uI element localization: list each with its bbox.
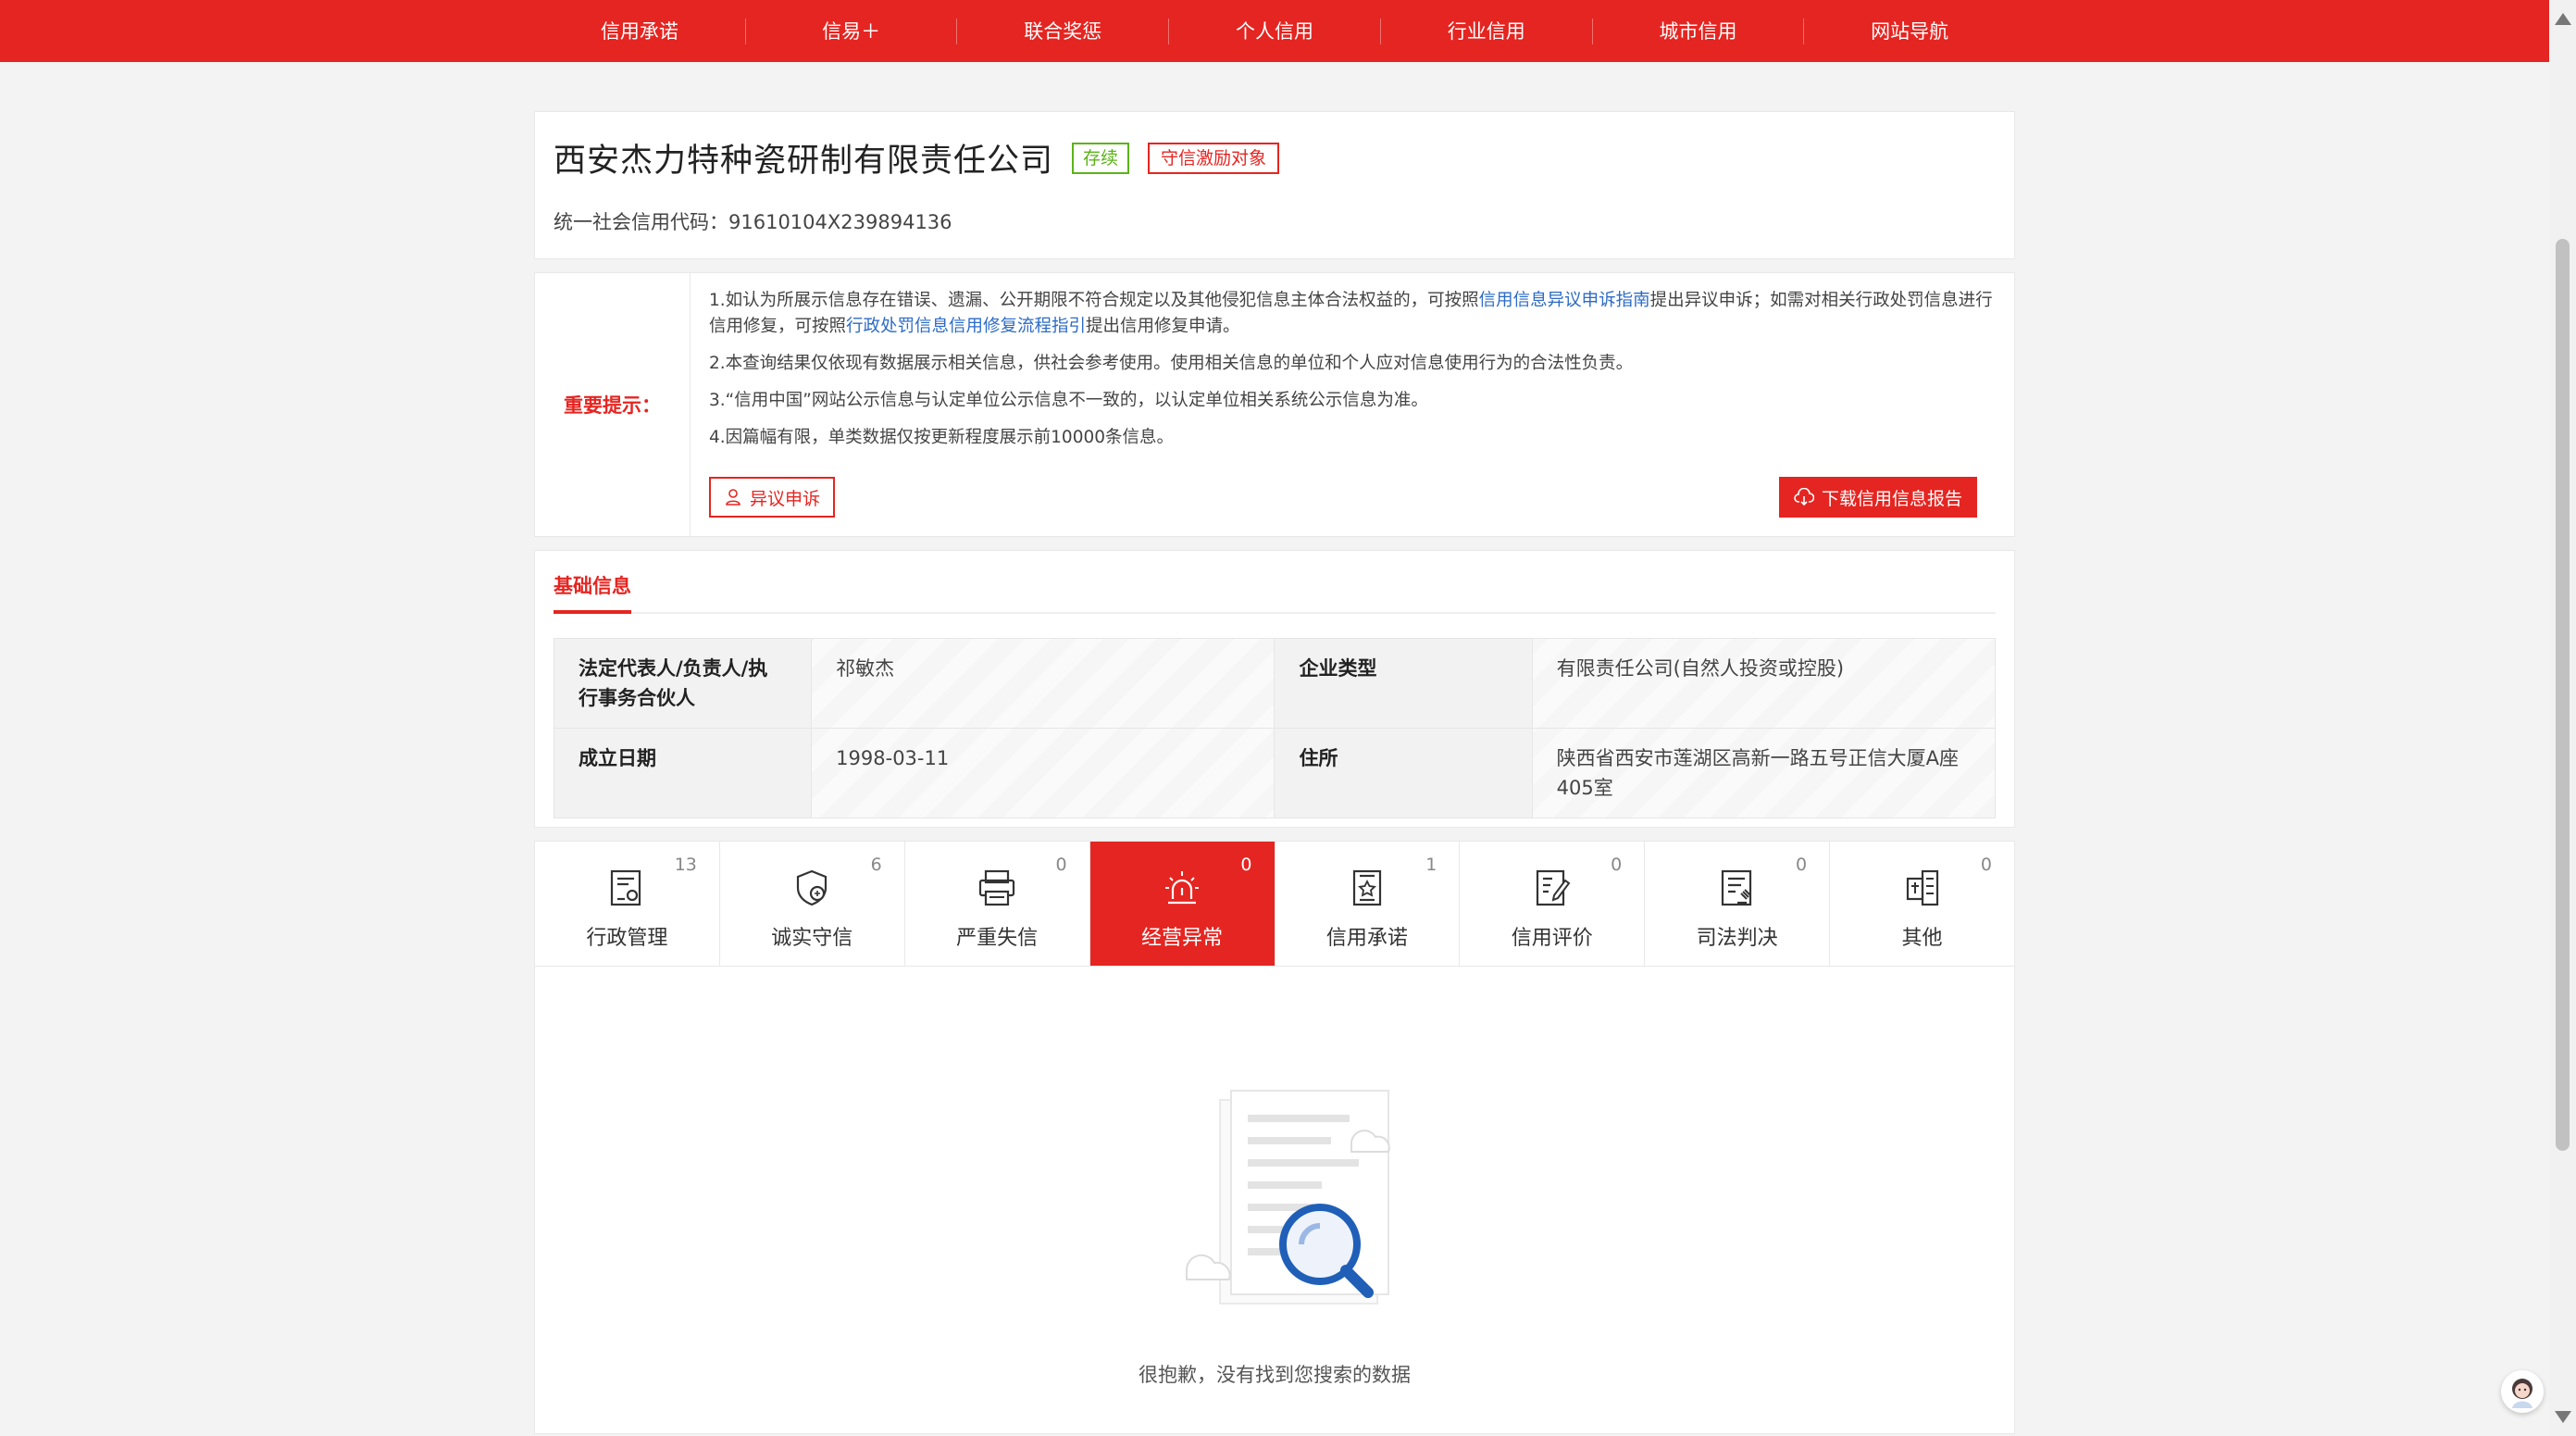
notice-label: 重要提示： <box>535 273 691 536</box>
tab-abnormal-operation[interactable]: 0 经营异常 <box>1089 842 1276 966</box>
nav-item-xinyi-plus[interactable]: 信易＋ <box>746 18 958 44</box>
assistant-icon <box>2512 1379 2532 1408</box>
alarm-icon <box>1165 871 1200 905</box>
tab-label: 经营异常 <box>1141 927 1224 950</box>
repair-guide-link[interactable]: 行政处罚信息信用修复流程指引 <box>846 317 1086 336</box>
company-name: 西安杰力特种瓷研制有限责任公司 <box>554 143 1054 180</box>
basic-info-tabbar: 基础信息 <box>554 562 1996 614</box>
admin-icon <box>611 869 641 906</box>
appeal-guide-link[interactable]: 信用信息异议申诉指南 <box>1479 291 1650 310</box>
tab-honest-trust[interactable]: 6 诚实守信 <box>720 842 905 966</box>
tab-judicial-judgement[interactable]: 0 司法判决 <box>1645 842 1831 966</box>
notice-line-4: 4.因篇幅有限，单类数据仅按更新程度展示前10000条信息。 <box>709 428 1175 447</box>
field-label: 企业类型 <box>1274 638 1533 729</box>
tab-credit-evaluation[interactable]: 0 信用评价 <box>1460 842 1646 966</box>
notice-line-2: 2.本查询结果仅依现有数据展示相关信息，供社会参考使用。使用相关信息的单位和个人… <box>709 354 1634 373</box>
tab-credit-promise[interactable]: 1 信用承诺 <box>1276 842 1461 966</box>
count-badge: 0 <box>1240 855 1252 875</box>
notice-text: 1.如认为所展示信息存在错误、遗漏、公开期限不符合规定以及其他侵犯信息主体合法权… <box>709 291 1479 310</box>
promise-icon <box>1352 869 1382 906</box>
field-label: 成立日期 <box>553 728 813 818</box>
field-value: 祁敏杰 <box>811 638 1276 729</box>
field-value: 有限责任公司(自然人投资或控股) <box>1531 638 1997 729</box>
nav-item-joint-rewards[interactable]: 联合奖惩 <box>957 18 1170 44</box>
category-tabs: 13 行政管理 6 诚实守信 0 严重失信 0 经营异常 1 信用承诺 0 信用… <box>534 841 2015 967</box>
nav-item-city-credit[interactable]: 城市信用 <box>1593 18 1805 44</box>
field-value: 陕西省西安市莲湖区高新一路五号正信大厦A座405室 <box>1531 728 1997 818</box>
cloud-download-icon <box>1794 488 1814 506</box>
judgement-icon <box>1721 869 1751 906</box>
count-badge: 6 <box>870 855 882 875</box>
tab-label: 信用承诺 <box>1325 927 1408 950</box>
evaluation-icon <box>1536 869 1571 906</box>
user-icon <box>726 489 740 506</box>
table-row: 法定代表人/负责人/执行事务合伙人 祁敏杰 企业类型 有限责任公司(自然人投资或… <box>553 638 1997 729</box>
count-badge: 0 <box>1055 855 1067 875</box>
scroll-down-arrow-icon[interactable] <box>2555 1411 2571 1423</box>
nav-item-personal-credit[interactable]: 个人信用 <box>1169 18 1381 44</box>
count-badge: 1 <box>1425 855 1437 875</box>
scroll-up-arrow-icon[interactable] <box>2555 13 2571 25</box>
page-scrollbar[interactable] <box>2549 0 2576 1436</box>
count-badge: 0 <box>1980 855 1992 875</box>
status-badge: 存续 <box>1072 142 1130 174</box>
download-report-button[interactable]: 下载信用信息报告 <box>1778 477 1977 518</box>
field-label: 法定代表人/负责人/执行事务合伙人 <box>553 638 813 729</box>
nav-item-site-navigation[interactable]: 网站导航 <box>1804 19 2015 44</box>
basic-info-table: 法定代表人/负责人/执行事务合伙人 祁敏杰 企业类型 有限责任公司(自然人投资或… <box>553 638 1997 818</box>
assistant-avatar[interactable] <box>2501 1370 2544 1413</box>
appeal-button-label: 异议申诉 <box>750 488 821 509</box>
appeal-button[interactable]: 异议申诉 <box>709 477 836 518</box>
other-icon <box>1906 869 1938 906</box>
field-label: 住所 <box>1274 728 1533 818</box>
tab-basic-info[interactable]: 基础信息 <box>554 571 631 614</box>
basic-info-panel: 基础信息 法定代表人/负责人/执行事务合伙人 祁敏杰 企业类型 有限责任公司(自… <box>534 550 2015 828</box>
important-notice: 重要提示： 1.如认为所展示信息存在错误、遗漏、公开期限不符合规定以及其他侵犯信… <box>534 272 2015 537</box>
shield-icon <box>797 869 828 906</box>
notice-line-1: 1.如认为所展示信息存在错误、遗漏、公开期限不符合规定以及其他侵犯信息主体合法权… <box>709 288 1996 340</box>
tab-label: 严重失信 <box>956 927 1039 950</box>
nav-item-industry-credit[interactable]: 行业信用 <box>1381 18 1593 44</box>
notice-line-3: 3.“信用中国”网站公示信息与认定单位公示信息不一致的，以认定单位相关系统公示信… <box>709 391 1428 410</box>
credit-code-value: 91610104X239894136 <box>728 211 952 233</box>
reward-badge: 守信激励对象 <box>1148 142 1280 174</box>
notice-text: 提出信用修复申请。 <box>1086 317 1240 336</box>
count-badge: 0 <box>1611 855 1623 875</box>
field-value: 1998-03-11 <box>811 728 1276 818</box>
company-header: 西安杰力特种瓷研制有限责任公司 存续 守信激励对象 统一社会信用代码：91610… <box>534 111 2015 259</box>
count-badge: 0 <box>1796 855 1808 875</box>
discredit-icon <box>979 869 1015 906</box>
tab-label: 司法判决 <box>1696 927 1778 950</box>
notice-body: 1.如认为所展示信息存在错误、遗漏、公开期限不符合规定以及其他侵犯信息主体合法权… <box>691 273 2014 536</box>
tab-serious-discredit[interactable]: 0 严重失信 <box>905 842 1090 966</box>
no-data-illustration <box>1185 1090 1390 1305</box>
result-panel: 很抱歉，没有找到您搜索的数据 <box>534 967 2015 1434</box>
nav-item-credit-promise[interactable]: 信用承诺 <box>534 18 746 44</box>
download-button-label: 下载信用信息报告 <box>1821 488 1962 509</box>
top-navigation: 信用承诺 信易＋ 联合奖惩 个人信用 行业信用 城市信用 网站导航 <box>0 0 2549 62</box>
tab-label: 行政管理 <box>586 927 668 950</box>
main-content: 西安杰力特种瓷研制有限责任公司 存续 守信激励对象 统一社会信用代码：91610… <box>534 111 2015 1434</box>
scrollbar-thumb[interactable] <box>2556 239 2570 1151</box>
tab-admin-management[interactable]: 13 行政管理 <box>535 842 720 966</box>
empty-message: 很抱歉，没有找到您搜索的数据 <box>1139 1364 1411 1386</box>
tab-label: 诚实守信 <box>771 927 853 950</box>
tab-label: 信用评价 <box>1511 927 1593 950</box>
tab-other[interactable]: 0 其他 <box>1830 842 2014 966</box>
credit-code-label: 统一社会信用代码： <box>554 211 728 233</box>
table-row: 成立日期 1998-03-11 住所 陕西省西安市莲湖区高新一路五号正信大厦A座… <box>553 728 1997 818</box>
tab-label: 其他 <box>1901 927 1943 950</box>
count-badge: 13 <box>674 855 697 875</box>
credit-code: 统一社会信用代码：91610104X239894136 <box>554 207 1996 235</box>
